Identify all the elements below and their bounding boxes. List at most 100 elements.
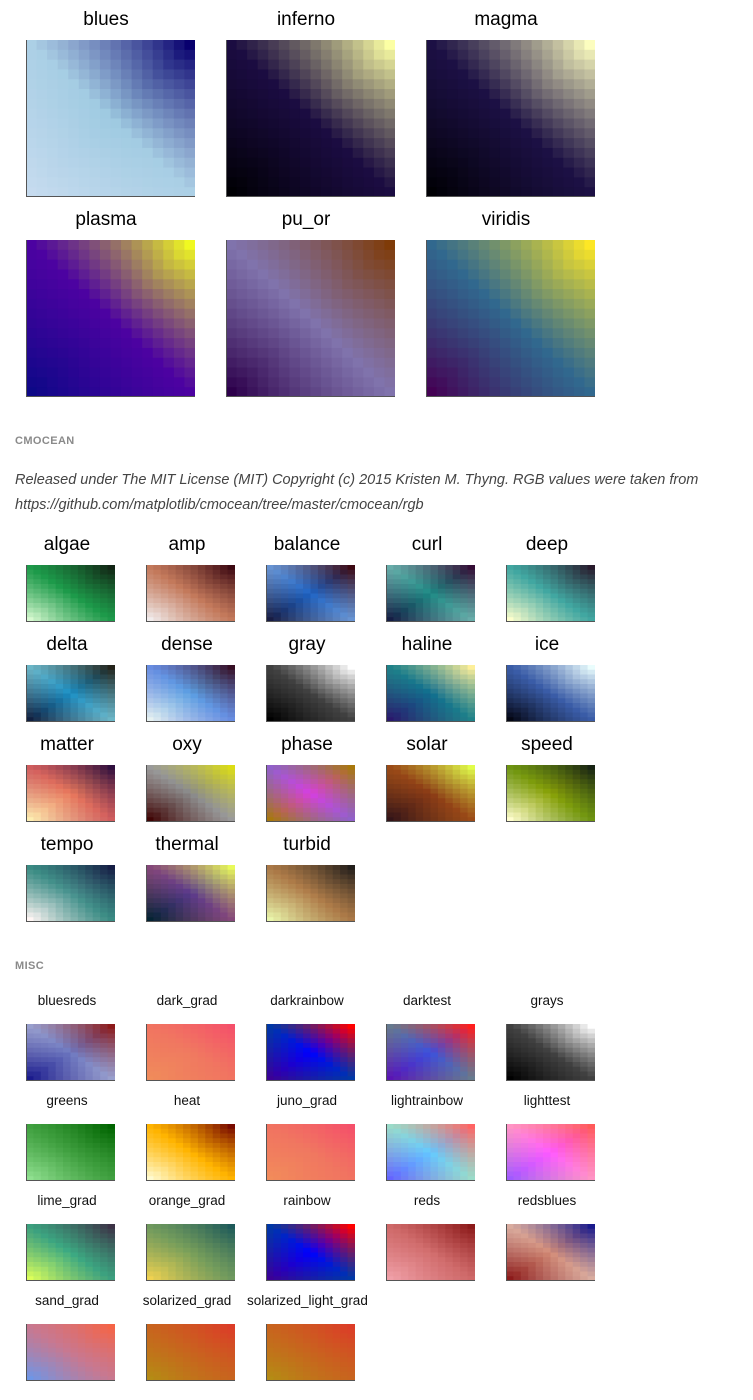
colormap-lime-grad: lime_grad [7, 1193, 127, 1281]
colormap-swatch [386, 1224, 475, 1281]
colormap-swatch [26, 865, 115, 922]
colormap-blues: blues [6, 9, 206, 197]
colormap-label: grays [530, 993, 564, 1008]
colormap-greens: greens [7, 1093, 127, 1181]
colormap-oxy: oxy [127, 734, 247, 822]
colormap-label: oxy [172, 734, 202, 755]
colormap-turbid: turbid [247, 834, 367, 922]
colormap-label: solar [406, 734, 448, 755]
colormap-label: algae [43, 534, 91, 555]
colormap-dense: dense [127, 634, 247, 722]
colormap-ice: ice [487, 634, 607, 722]
colormap-label: amp [168, 534, 206, 555]
colormap-swatch [386, 1124, 475, 1181]
colormap-balance: balance [247, 534, 367, 622]
colormap-swatch [266, 1224, 355, 1281]
colormap-swatch [266, 765, 355, 822]
colormap-label: heat [173, 1093, 201, 1108]
colormap-label: thermal [155, 834, 219, 855]
colormap-algae: algae [7, 534, 127, 622]
colormap-label: greens [46, 1093, 88, 1108]
colormap-solar: solar [367, 734, 487, 822]
colormap-swatch [386, 765, 475, 822]
colormap-swatch [26, 1324, 115, 1381]
colormap-label: reds [413, 1193, 441, 1208]
colormap-label: gray [288, 634, 326, 655]
colormap-swatch [26, 765, 115, 822]
colormap-label: delta [46, 634, 88, 655]
colormap-label: dense [161, 634, 213, 655]
colormap-swatch [266, 565, 355, 622]
colormap-swatch [386, 1024, 475, 1081]
colormap-swatch [506, 1224, 595, 1281]
colormap-rainbow: rainbow [247, 1193, 367, 1281]
colormap-label: plasma [75, 209, 137, 230]
colormap-redsblues: redsblues [487, 1193, 607, 1281]
colormap-label: solarized_grad [142, 1293, 232, 1308]
section-heading-cmocean: CMOCEAN [15, 435, 75, 447]
colormap-label: sand_grad [35, 1293, 99, 1308]
cmocean-description: Released under The MIT License (MIT) Cop… [15, 472, 699, 513]
colormap-label: juno_grad [276, 1093, 338, 1108]
colormap-label: darkrainbow [270, 993, 344, 1008]
colormap-juno-grad: juno_grad [247, 1093, 367, 1181]
section-heading-misc: MISC [15, 960, 45, 972]
colormap-inferno: inferno [206, 9, 406, 197]
colormap-swatch [146, 765, 235, 822]
colormap-swatch [506, 1024, 595, 1081]
colormap-label: solarized_light_grad [247, 1293, 368, 1308]
colormap-label: curl [411, 534, 443, 555]
colormap-swatch [266, 1324, 355, 1381]
colormap-swatch [506, 565, 595, 622]
colormap-swatch [266, 665, 355, 722]
colormap-label: rainbow [283, 1193, 331, 1208]
colormap-label: orange_grad [148, 1193, 226, 1208]
colormap-pu-or: pu_or [206, 209, 406, 397]
colormap-swatch [426, 240, 595, 397]
colormap-solarized-light-grad: solarized_light_grad [247, 1293, 368, 1381]
colormap-swatch [26, 40, 195, 197]
colormap-swatch [26, 1124, 115, 1181]
colormap-solarized-grad: solarized_grad [127, 1293, 247, 1381]
colormap-tempo: tempo [7, 834, 127, 922]
colormap-swatch [26, 565, 115, 622]
colormap-swatch [266, 865, 355, 922]
colormap-label: lime_grad [37, 1193, 97, 1208]
colormap-swatch [26, 1224, 115, 1281]
colormap-swatch [386, 565, 475, 622]
colormap-swatch [226, 240, 395, 397]
colormap-label: darktest [402, 993, 452, 1008]
colormap-label: ice [534, 634, 560, 655]
colormap-bluesreds: bluesreds [7, 993, 127, 1081]
colormap-amp: amp [127, 534, 247, 622]
colormap-label: pu_or [281, 209, 331, 230]
colormap-label: deep [525, 534, 569, 555]
colormap-sand-grad: sand_grad [7, 1293, 127, 1381]
colormap-label: viridis [481, 209, 531, 230]
colormap-gray: gray [247, 634, 367, 722]
colormap-swatch [146, 865, 235, 922]
colormap-reds: reds [367, 1193, 487, 1281]
colormap-swatch [426, 40, 595, 197]
colormap-swatch [386, 665, 475, 722]
colormap-deep: deep [487, 534, 607, 622]
colormap-delta: delta [7, 634, 127, 722]
colormap-label: balance [273, 534, 341, 555]
colormap-swatch [26, 665, 115, 722]
colormap-label: phase [281, 734, 333, 755]
colormap-swatch [226, 40, 395, 197]
colormap-speed: speed [487, 734, 607, 822]
colormap-label: matter [40, 734, 94, 755]
colormap-matter: matter [7, 734, 127, 822]
colormap-darkrainbow: darkrainbow [247, 993, 367, 1081]
colormap-darktest: darktest [367, 993, 487, 1081]
colormap-swatch [146, 1224, 235, 1281]
colormap-swatch [146, 1024, 235, 1081]
colormap-curl: curl [367, 534, 487, 622]
colormap-lighttest: lighttest [487, 1093, 607, 1181]
colormap-label: turbid [283, 834, 331, 855]
colormap-label: magma [474, 9, 538, 30]
colormap-heat: heat [127, 1093, 247, 1181]
colormap-magma: magma [406, 9, 606, 197]
colormap-label: inferno [276, 9, 336, 30]
